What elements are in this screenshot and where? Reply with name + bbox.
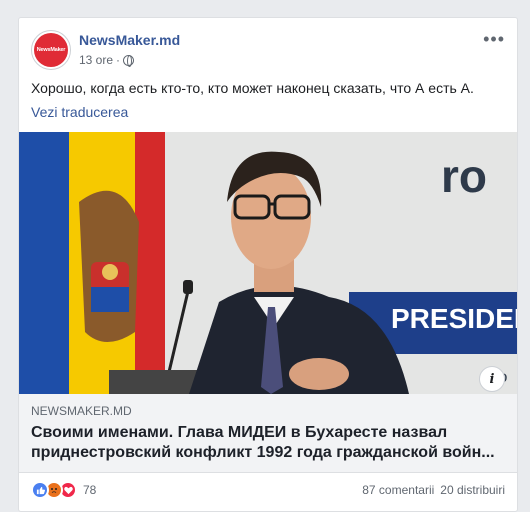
meta-separator: · [116, 53, 121, 67]
news-photo: ro PRESIDEN Co [19, 132, 517, 394]
shares-count-link[interactable]: 20 distribuiri [440, 483, 505, 497]
post-card: NewsMaker NewsMaker.md 13 ore · ••• Хоро… [18, 17, 518, 512]
post-time[interactable]: 13 ore [79, 53, 113, 67]
post-meta: 13 ore · [79, 53, 135, 67]
link-preview[interactable]: NEWSMAKER.MD Своими именами. Глава МИДЕИ… [19, 394, 517, 473]
globe-icon [123, 54, 135, 67]
post-text: Хорошо, когда есть кто-то, кто может нак… [31, 80, 474, 96]
link-preview-image[interactable]: ro PRESIDEN Co i [19, 132, 517, 394]
more-options-button[interactable]: ••• [483, 30, 505, 48]
page-name-link[interactable]: NewsMaker.md [79, 32, 180, 48]
post-stats: 78 87 comentarii 20 distribuiri [31, 481, 505, 501]
backdrop-text-top: ro [441, 150, 487, 202]
info-icon[interactable]: i [479, 366, 505, 392]
engagement-stats: 87 comentarii 20 distribuiri [362, 483, 505, 497]
newsmaker-logo-icon: NewsMaker [34, 33, 68, 67]
see-translation-link[interactable]: Vezi traducerea [31, 104, 128, 120]
link-domain: NEWSMAKER.MD [31, 404, 132, 418]
like-reaction-icon [31, 481, 49, 499]
link-headline[interactable]: Своими именами. Глава МИДЕИ в Бухаресте … [31, 423, 501, 463]
post-header: NewsMaker NewsMaker.md 13 ore · ••• [31, 30, 505, 74]
reactions-summary[interactable]: 78 [31, 481, 96, 499]
avatar[interactable]: NewsMaker [31, 30, 71, 70]
comments-count-link[interactable]: 87 comentarii [362, 483, 434, 497]
reaction-count: 78 [83, 483, 97, 497]
backdrop-text-banner: PRESIDEN [391, 303, 517, 334]
